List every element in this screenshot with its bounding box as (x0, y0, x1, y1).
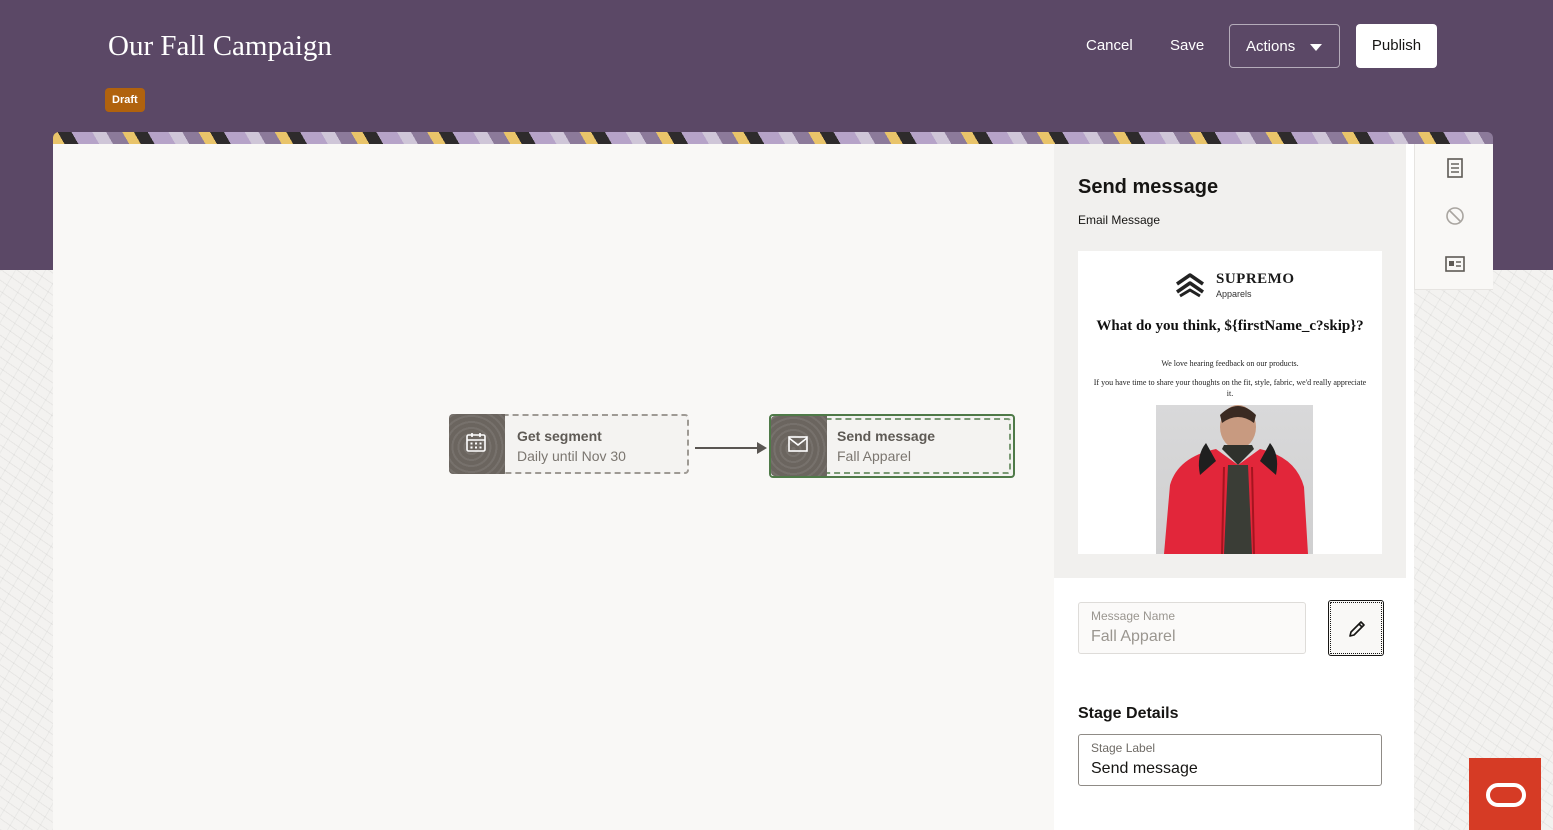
actions-label: Actions (1246, 38, 1296, 55)
message-name-value: Fall Apparel (1091, 628, 1176, 645)
flow-canvas[interactable]: Get segment Daily until Nov 30 Send mess… (53, 144, 1054, 830)
decorative-banner (53, 132, 1493, 144)
node-subtitle: Fall Apparel (837, 448, 911, 464)
arrow-right-icon (757, 442, 767, 454)
contact-card-icon[interactable] (1444, 253, 1466, 275)
envelope-icon (788, 436, 808, 452)
brand-name: SUPREMO (1216, 271, 1295, 287)
email-paragraph: We love hearing feedback on our products… (1161, 359, 1299, 368)
panel-subtitle: Email Message (1078, 213, 1161, 227)
message-name-field[interactable]: Message Name Fall Apparel (1078, 602, 1306, 654)
email-headline: What do you think, ${firstName_c?skip}? (1096, 318, 1364, 334)
flow-node-get-segment[interactable]: Get segment Daily until Nov 30 (449, 414, 689, 474)
cancel-button[interactable]: Cancel (1086, 24, 1133, 68)
page-title: Our Fall Campaign (108, 30, 332, 62)
node-icon-box (771, 416, 827, 476)
chat-assistant-button[interactable] (1469, 758, 1541, 830)
save-button[interactable]: Save (1170, 24, 1204, 68)
brand-tagline: Apparels (1216, 289, 1252, 299)
email-paragraph: If you have time to share your thoughts … (1093, 378, 1367, 398)
node-title: Get segment (517, 428, 602, 444)
edit-message-button[interactable] (1328, 600, 1384, 656)
flow-node-send-message[interactable]: Send message Fall Apparel (769, 414, 1015, 478)
oracle-logo-icon (1486, 783, 1526, 807)
properties-panel: Send message Email Message SUPREMO Appar… (1054, 144, 1414, 830)
caret-down-icon (1310, 44, 1322, 51)
block-icon[interactable] (1444, 205, 1466, 227)
flow-connector (695, 447, 761, 449)
email-hero-image (1156, 405, 1313, 554)
pencil-icon (1349, 621, 1365, 637)
stage-label-field[interactable]: Stage Label Send message (1078, 734, 1382, 786)
actions-menu-button[interactable]: Actions (1229, 24, 1340, 68)
panel-preview-section: Send message Email Message SUPREMO Appar… (1054, 144, 1406, 578)
model-jacket-illustration (1164, 405, 1308, 554)
brand-logo-icon (1176, 273, 1204, 298)
publish-button[interactable]: Publish (1356, 24, 1437, 68)
status-badge: Draft (105, 88, 145, 112)
stage-label-input[interactable]: Send message (1091, 760, 1198, 778)
node-title: Send message (837, 428, 936, 444)
stage-details-title: Stage Details (1078, 705, 1179, 722)
document-icon[interactable] (1444, 157, 1466, 179)
panel-title: Send message (1078, 176, 1219, 198)
calendar-icon (466, 433, 486, 452)
node-subtitle: Daily until Nov 30 (517, 448, 626, 464)
panel-side-toolbar (1414, 144, 1493, 290)
node-icon-box (449, 414, 505, 474)
email-preview[interactable]: SUPREMO Apparels What do you think, ${fi… (1078, 251, 1382, 554)
stage-label-label: Stage Label (1091, 741, 1156, 755)
message-name-label: Message Name (1091, 609, 1176, 623)
